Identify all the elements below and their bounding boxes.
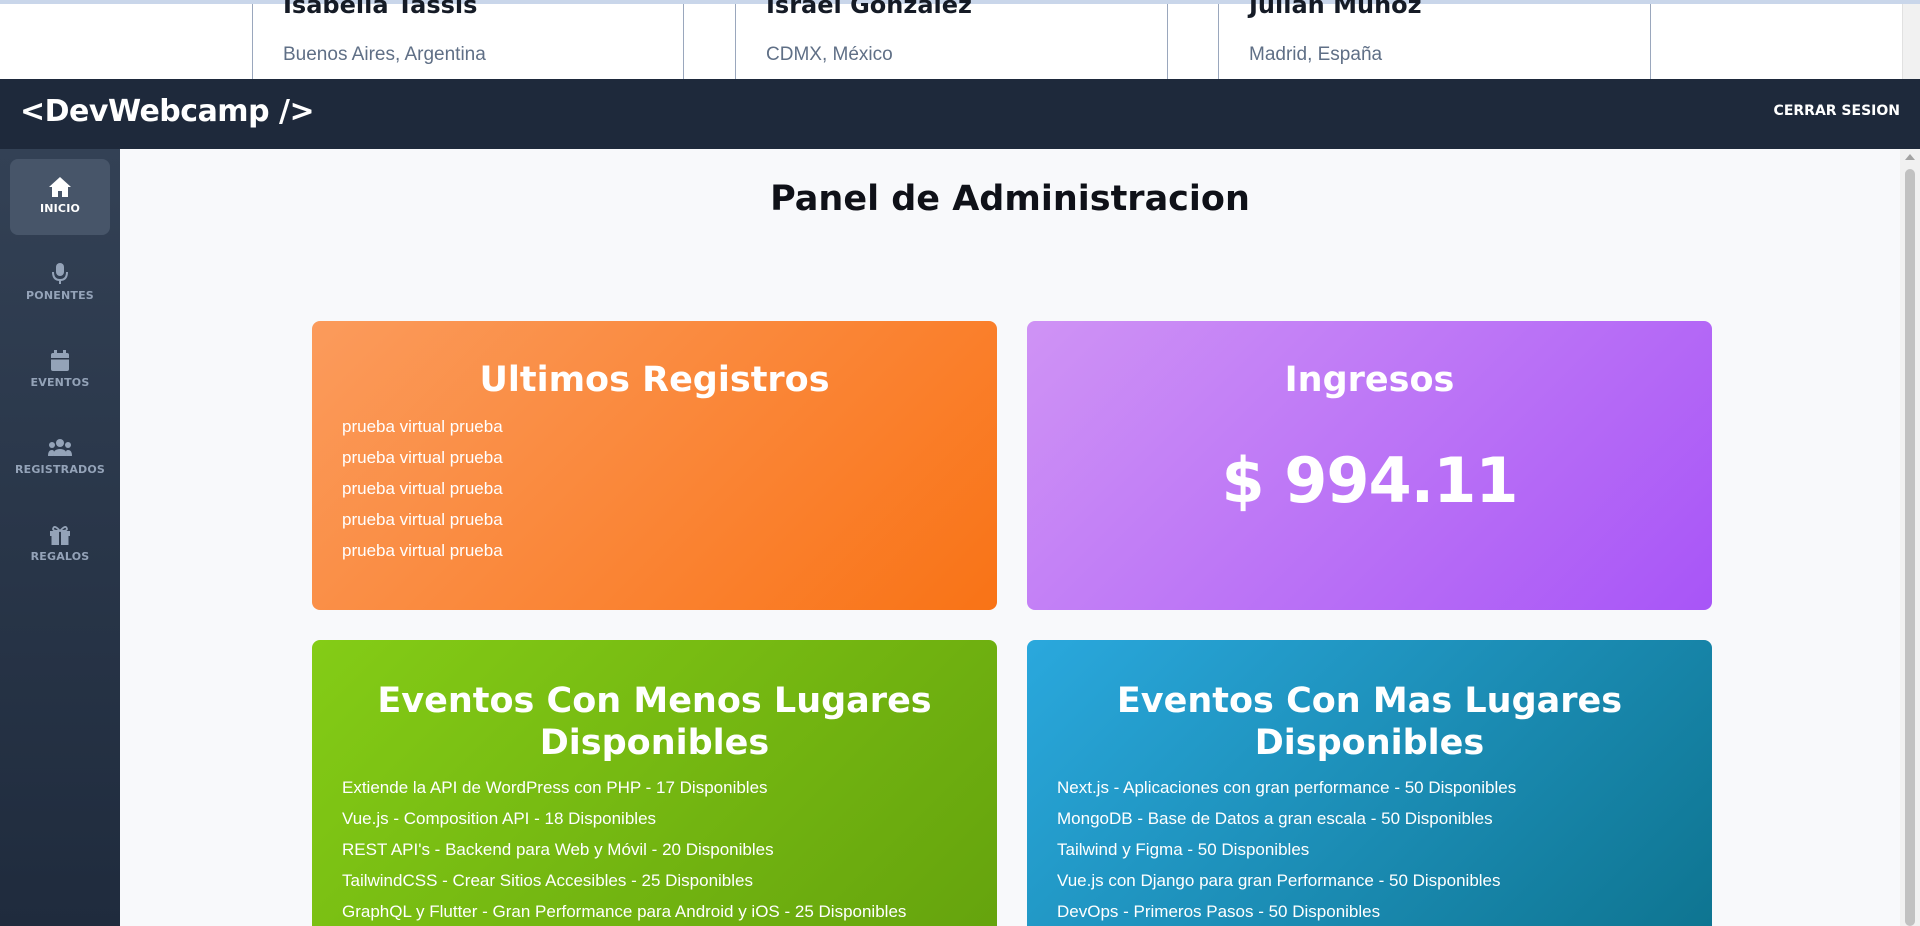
list-item: prueba virtual prueba — [342, 417, 503, 436]
strip-scrollbar[interactable] — [1902, 4, 1920, 79]
sidebar-item-label: REGALOS — [30, 550, 90, 563]
speaker-card[interactable]: Isabella Tassis Buenos Aires, Argentina — [252, 0, 684, 79]
sidebar-item-label: REGISTRADOS — [14, 463, 106, 476]
calendar-icon — [51, 350, 69, 371]
list-item: prueba virtual prueba — [342, 510, 503, 529]
sidebar-item-eventos[interactable]: EVENTOS — [10, 333, 110, 409]
gift-icon — [50, 526, 70, 545]
latest-registrations-card: Ultimos Registros prueba virtual prueba … — [312, 321, 997, 610]
list-item: MongoDB - Base de Datos a gran escala - … — [1057, 809, 1493, 828]
sidebar-item-registrados[interactable]: REGISTRADOS — [10, 420, 110, 496]
logout-button[interactable]: CERRAR SESION — [1774, 103, 1900, 119]
speaker-card[interactable]: Julián Muñoz Madrid, España — [1218, 0, 1651, 79]
list-item: prueba virtual prueba — [342, 448, 503, 467]
income-card: Ingresos $ 994.11 — [1027, 321, 1712, 610]
most-seats-card: Eventos Con Mas Lugares Disponibles Next… — [1027, 640, 1712, 926]
speakers-strip: Isabella Tassis Buenos Aires, Argentina … — [0, 0, 1920, 79]
registrations-list: prueba virtual prueba prueba virtual pru… — [312, 411, 997, 566]
page-title: Panel de Administracion — [770, 179, 1250, 219]
users-icon — [48, 439, 72, 456]
card-title: Ultimos Registros — [479, 360, 830, 400]
scrollbar-thumb[interactable] — [1905, 169, 1915, 926]
microphone-icon — [52, 263, 68, 284]
sidebar-item-label: EVENTOS — [30, 376, 90, 389]
card-title: Ingresos — [1284, 360, 1455, 400]
speaker-location: Madrid, España — [1249, 44, 1383, 65]
sidebar-item-ponentes[interactable]: PONENTES — [10, 246, 110, 322]
sidebar-item-label: PONENTES — [26, 289, 94, 302]
scroll-up-arrow-icon[interactable] — [1905, 154, 1915, 160]
list-item: REST API's - Backend para Web y Móvil - … — [342, 840, 774, 859]
speaker-name: Israel González — [766, 0, 973, 19]
site-logo[interactable]: <DevWebcamp /> — [20, 94, 315, 129]
list-item: TailwindCSS - Crear Sitios Accesibles - … — [342, 871, 753, 890]
income-amount: $ 994.11 — [1221, 444, 1519, 517]
sidebar-item-regalos[interactable]: REGALOS — [10, 507, 110, 583]
list-item: Next.js - Aplicaciones con gran performa… — [1057, 778, 1517, 797]
dashboard-header: <DevWebcamp /> CERRAR SESION — [0, 79, 1920, 149]
sidebar: INICIO PONENTES EVENTOS REGISTRADOS REGA… — [0, 149, 120, 926]
events-list: Next.js - Aplicaciones con gran performa… — [1027, 772, 1712, 926]
card-title: Eventos Con Mas Lugares Disponibles — [1116, 681, 1623, 763]
sidebar-item-label: INICIO — [39, 202, 81, 215]
list-item: prueba virtual prueba — [342, 479, 503, 498]
speaker-location: CDMX, México — [766, 44, 893, 65]
fewest-seats-card: Eventos Con Menos Lugares Disponibles Ex… — [312, 640, 997, 926]
main-content: Panel de Administracion Ultimos Registro… — [120, 149, 1900, 926]
speaker-card[interactable]: Israel González CDMX, México — [735, 0, 1168, 79]
list-item: Vue.js con Django para gran Performance … — [1057, 871, 1501, 890]
events-list: Extiende la API de WordPress con PHP - 1… — [312, 772, 997, 926]
page-scrollbar[interactable] — [1900, 149, 1920, 926]
list-item: Extiende la API de WordPress con PHP - 1… — [342, 778, 768, 797]
card-title: Eventos Con Menos Lugares Disponibles — [377, 681, 932, 763]
list-item: DevOps - Primeros Pasos - 50 Disponibles — [1057, 902, 1381, 921]
list-item: prueba virtual prueba — [342, 541, 503, 560]
list-item: Vue.js - Composition API - 18 Disponible… — [342, 809, 657, 828]
home-icon — [49, 177, 71, 197]
list-item: Tailwind y Figma - 50 Disponibles — [1057, 840, 1310, 859]
speaker-name: Isabella Tassis — [283, 0, 478, 19]
list-item: GraphQL y Flutter - Gran Performance par… — [342, 902, 907, 921]
sidebar-item-inicio[interactable]: INICIO — [10, 159, 110, 235]
speaker-name: Julián Muñoz — [1249, 0, 1422, 19]
speaker-location: Buenos Aires, Argentina — [283, 44, 486, 65]
